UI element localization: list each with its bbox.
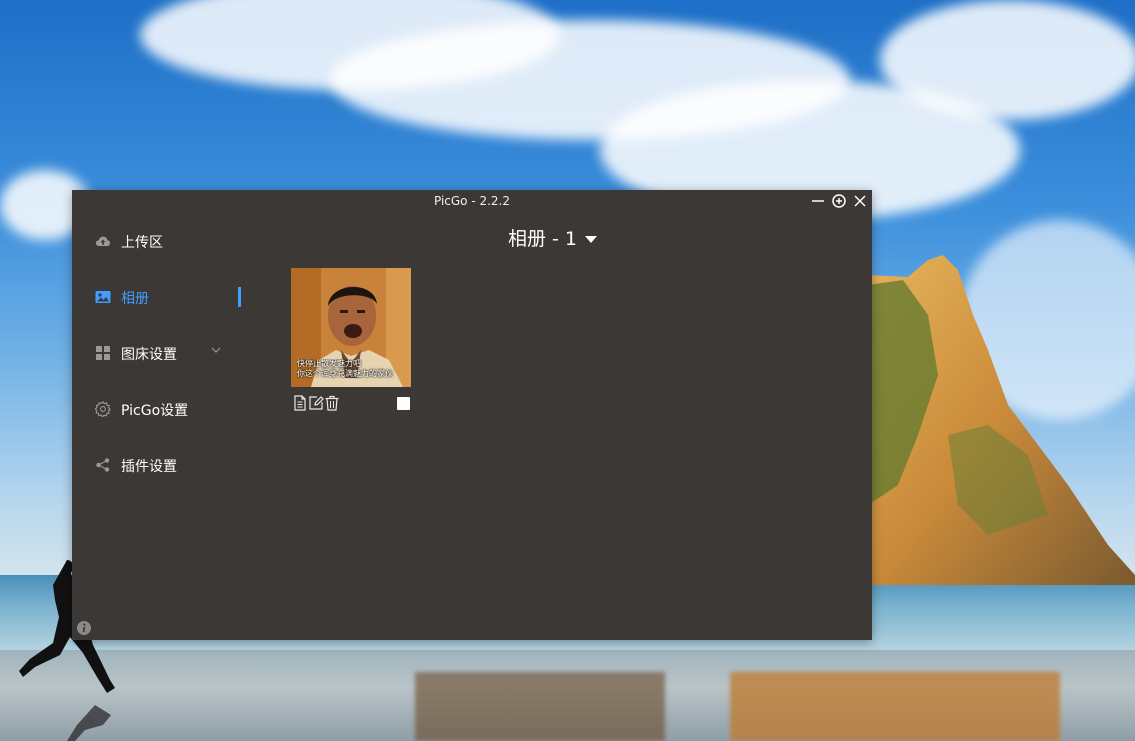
sidebar-item-label: 相册 bbox=[121, 291, 149, 307]
album-title: 相册 - 1 bbox=[508, 228, 578, 250]
photo-actions bbox=[291, 395, 411, 411]
sidebar-item-picgo-settings[interactable]: PicGo设置 bbox=[72, 389, 242, 429]
photo-select-checkbox[interactable] bbox=[397, 397, 410, 410]
copy-link-icon[interactable] bbox=[292, 395, 308, 411]
photo-thumbnail[interactable]: 快停止散发魅力吧 你这个浑身充满魅力的家伙 bbox=[291, 268, 411, 387]
sidebar-item-album[interactable]: 相册 bbox=[72, 277, 242, 317]
wallpaper-cloud bbox=[880, 0, 1135, 120]
minimize-icon bbox=[812, 200, 824, 202]
delete-icon[interactable] bbox=[324, 395, 340, 411]
sidebar-item-upload[interactable]: 上传区 bbox=[72, 221, 242, 261]
pin-button[interactable] bbox=[831, 193, 847, 209]
grid-icon bbox=[96, 346, 110, 360]
caption-line: 你这个浑身充满魅力的家伙 bbox=[297, 369, 393, 378]
sidebar: 上传区 相册 图床设置 PicGo设置 插件设置 bbox=[72, 212, 242, 640]
sidebar-item-label: 插件设置 bbox=[121, 459, 177, 475]
info-icon[interactable] bbox=[76, 620, 92, 636]
wallpaper-reflection bbox=[730, 672, 1060, 741]
sidebar-item-label: 图床设置 bbox=[121, 347, 177, 363]
sidebar-item-plugin-settings[interactable]: 插件设置 bbox=[72, 445, 242, 485]
cloud-upload-icon bbox=[95, 236, 111, 246]
sidebar-item-picbed-settings[interactable]: 图床设置 bbox=[72, 333, 242, 373]
album-title-dropdown[interactable]: 相册 - 1 bbox=[508, 224, 598, 251]
active-indicator bbox=[238, 287, 241, 307]
sidebar-item-label: PicGo设置 bbox=[121, 403, 189, 419]
caret-down-icon bbox=[585, 236, 598, 243]
share-icon bbox=[96, 458, 110, 472]
sidebar-item-label: 上传区 bbox=[121, 235, 163, 251]
edit-icon[interactable] bbox=[308, 395, 324, 411]
close-icon bbox=[854, 195, 866, 207]
title-bar[interactable]: PicGo - 2.2.2 bbox=[72, 190, 872, 212]
close-button[interactable] bbox=[852, 193, 868, 209]
wallpaper-rock bbox=[868, 255, 1135, 585]
photo-caption: 快停止散发魅力吧 你这个浑身充满魅力的家伙 bbox=[297, 359, 409, 379]
wallpaper-reflection bbox=[415, 672, 665, 741]
minimize-button[interactable] bbox=[810, 193, 826, 209]
circle-plus-icon bbox=[832, 194, 846, 208]
photo-card: 快停止散发魅力吧 你这个浑身充满魅力的家伙 bbox=[291, 268, 411, 414]
chevron-down-icon bbox=[211, 347, 221, 353]
window-title: PicGo - 2.2.2 bbox=[433, 194, 511, 208]
picgo-window: PicGo - 2.2.2 上传区 相册 图床设置 PicGo设置 插件设置 相… bbox=[72, 190, 872, 640]
gear-icon bbox=[95, 401, 111, 417]
image-icon bbox=[95, 291, 111, 303]
caption-line: 快停止散发魅力吧 bbox=[297, 359, 361, 368]
